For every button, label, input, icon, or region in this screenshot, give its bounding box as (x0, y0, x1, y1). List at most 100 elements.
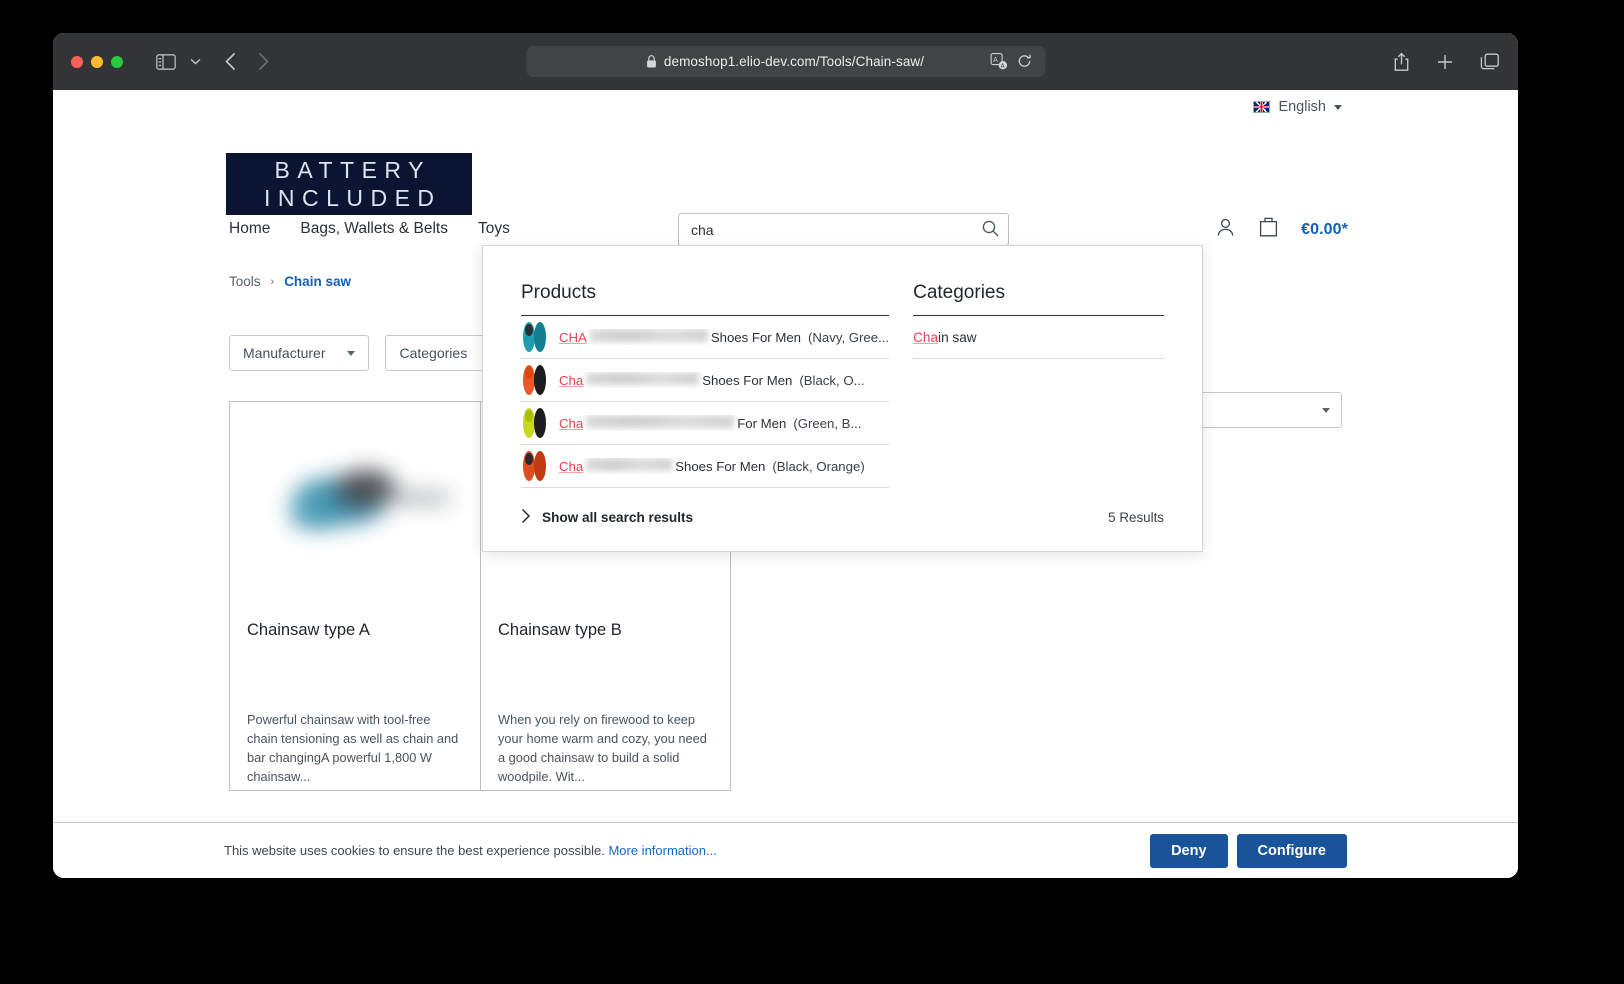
browser-window: demoshop1.elio-dev.com/Tools/Chain-saw/ … (53, 33, 1518, 878)
results-count: 5 Results (1108, 510, 1164, 525)
search-term-highlight: Cha (559, 416, 584, 431)
product-name-line: Cha For Men (Green, B... (559, 415, 861, 431)
configure-button[interactable]: Configure (1236, 833, 1347, 868)
product-name-suffix: Shoes For Men (702, 373, 793, 388)
maximize-window-button[interactable] (111, 55, 123, 68)
product-name-suffix: Shoes For Men (675, 459, 766, 474)
tab-overview-icon[interactable] (1480, 53, 1500, 71)
filter-manufacturer-label: Manufacturer (243, 345, 326, 361)
search-suggestions-dropdown: Products CHA Shoes For Men (Navy, Gree... C… (482, 245, 1203, 552)
product-variant: (Black, Orange) (772, 459, 865, 474)
dropdown-product-item[interactable]: Cha Shoes For Men (Black, O... (521, 359, 890, 402)
user-icon[interactable] (1215, 217, 1236, 243)
product-description: When you rely on firewood to keep your h… (498, 712, 707, 784)
new-tab-plus-icon[interactable] (1436, 53, 1454, 71)
forward-arrow-icon[interactable] (258, 52, 269, 71)
nav-item-bags-wallets-belts[interactable]: Bags, Wallets & Belts (300, 220, 448, 238)
search-term-highlight: Cha (913, 329, 939, 345)
redacted-product-name (586, 415, 735, 428)
browser-titlebar: demoshop1.elio-dev.com/Tools/Chain-saw/ … (53, 33, 1518, 90)
page-content: English BATTERY INCLUDED cha €0.00* Home… (53, 90, 1518, 878)
cookie-message: This website uses cookies to ensure the … (224, 843, 605, 858)
url-text: demoshop1.elio-dev.com/Tools/Chain-saw/ (663, 54, 925, 69)
product-variant: (Black, O... (799, 373, 865, 388)
redacted-product-name (586, 372, 700, 385)
product-name-line: Cha Shoes For Men (Black, Orange) (559, 458, 865, 474)
category-name-rest: in saw (938, 329, 977, 345)
product-variant: (Green, B... (793, 416, 862, 431)
caret-down-icon (1334, 104, 1342, 110)
deny-button[interactable]: Deny (1150, 833, 1228, 868)
uk-flag-icon (1253, 101, 1271, 113)
redacted-product-name (586, 458, 673, 471)
chevron-right-icon (521, 508, 531, 527)
lock-icon (647, 55, 657, 68)
sidebar-toggle-icon[interactable] (156, 53, 176, 70)
filter-manufacturer[interactable]: Manufacturer (229, 335, 370, 371)
dropdown-product-item[interactable]: Cha For Men (Green, B... (521, 402, 890, 445)
cookie-more-information-link[interactable]: More information... (608, 843, 716, 858)
cookie-actions: Deny Configure (1150, 833, 1347, 868)
dropdown-categories-heading: Categories (913, 282, 1164, 316)
logo-line-2: INCLUDED (263, 185, 442, 211)
site-logo[interactable]: BATTERY INCLUDED (226, 153, 472, 215)
search-term-highlight: Cha (559, 459, 584, 474)
header-actions: €0.00* (1215, 216, 1348, 243)
bag-icon[interactable] (1258, 216, 1279, 243)
nav-item-home[interactable]: Home (229, 220, 270, 238)
show-all-results-link[interactable]: Show all search results (521, 508, 693, 527)
dropdown-category-item[interactable]: Cha in saw (913, 316, 1164, 359)
product-name-line: CHA Shoes For Men (Navy, Gree... (559, 329, 889, 345)
dropdown-footer: Show all search results 5 Results (521, 508, 1164, 527)
redacted-product-name (589, 329, 708, 342)
dropdown-product-item[interactable]: CHA Shoes For Men (Navy, Gree... (521, 316, 890, 359)
svg-text:A: A (993, 57, 998, 64)
product-name-line: Cha Shoes For Men (Black, O... (559, 372, 865, 388)
sort-dropdown[interactable] (1198, 392, 1342, 428)
show-all-results-label: Show all search results (542, 510, 694, 525)
breadcrumb-parent[interactable]: Tools (229, 274, 261, 289)
dropdown-product-item[interactable]: Cha Shoes For Men (Black, Orange) (521, 445, 890, 488)
product-title: Chainsaw type B (498, 621, 622, 639)
search-term-highlight: Cha (559, 373, 584, 388)
address-bar[interactable]: demoshop1.elio-dev.com/Tools/Chain-saw/ … (526, 46, 1045, 77)
product-thumbnail (521, 364, 548, 397)
svg-text:A: A (1000, 64, 1004, 70)
product-name-suffix: Shoes For Men (710, 330, 801, 345)
utility-bar: English (53, 90, 1518, 124)
cookie-consent-bar: This website uses cookies to ensure the … (53, 822, 1518, 878)
cookie-text: This website uses cookies to ensure the … (224, 843, 717, 858)
product-thumbnail (521, 407, 548, 440)
product-thumbnail (521, 321, 548, 354)
browser-toolbar-right (1393, 33, 1500, 90)
logo-line-1: BATTERY (274, 157, 431, 183)
close-window-button[interactable] (71, 55, 83, 68)
product-image (230, 402, 480, 607)
product-name-suffix: For Men (737, 416, 787, 431)
language-switcher[interactable]: English (1253, 99, 1342, 115)
search-input[interactable] (678, 213, 1009, 246)
chevron-down-icon[interactable] (190, 58, 201, 65)
dropdown-products-heading: Products (521, 282, 890, 316)
product-title: Chainsaw type A (247, 621, 370, 639)
site-header: BATTERY INCLUDED cha €0.00* (53, 124, 1518, 246)
breadcrumb-separator-icon: › (270, 275, 275, 288)
minimize-window-button[interactable] (91, 55, 103, 68)
language-label: English (1278, 99, 1326, 115)
translate-icon[interactable]: A A (990, 53, 1007, 70)
back-arrow-icon[interactable] (225, 52, 236, 71)
window-controls[interactable] (71, 55, 123, 68)
product-thumbnail (521, 450, 548, 483)
product-card[interactable]: Chainsaw type A Powerful chainsaw with t… (229, 401, 480, 791)
chevron-down-icon (1322, 407, 1330, 413)
search-term-highlight: CHA (559, 330, 587, 345)
reload-icon[interactable] (1017, 54, 1031, 71)
search-box (678, 213, 1009, 246)
breadcrumb-current: Chain saw (284, 274, 351, 289)
filter-categories-label: Categories (399, 345, 468, 361)
search-icon[interactable] (982, 220, 999, 240)
product-variant: (Navy, Gree... (808, 330, 890, 345)
nav-item-toys[interactable]: Toys (478, 220, 510, 238)
cart-total[interactable]: €0.00* (1301, 221, 1348, 239)
share-icon[interactable] (1393, 52, 1410, 72)
